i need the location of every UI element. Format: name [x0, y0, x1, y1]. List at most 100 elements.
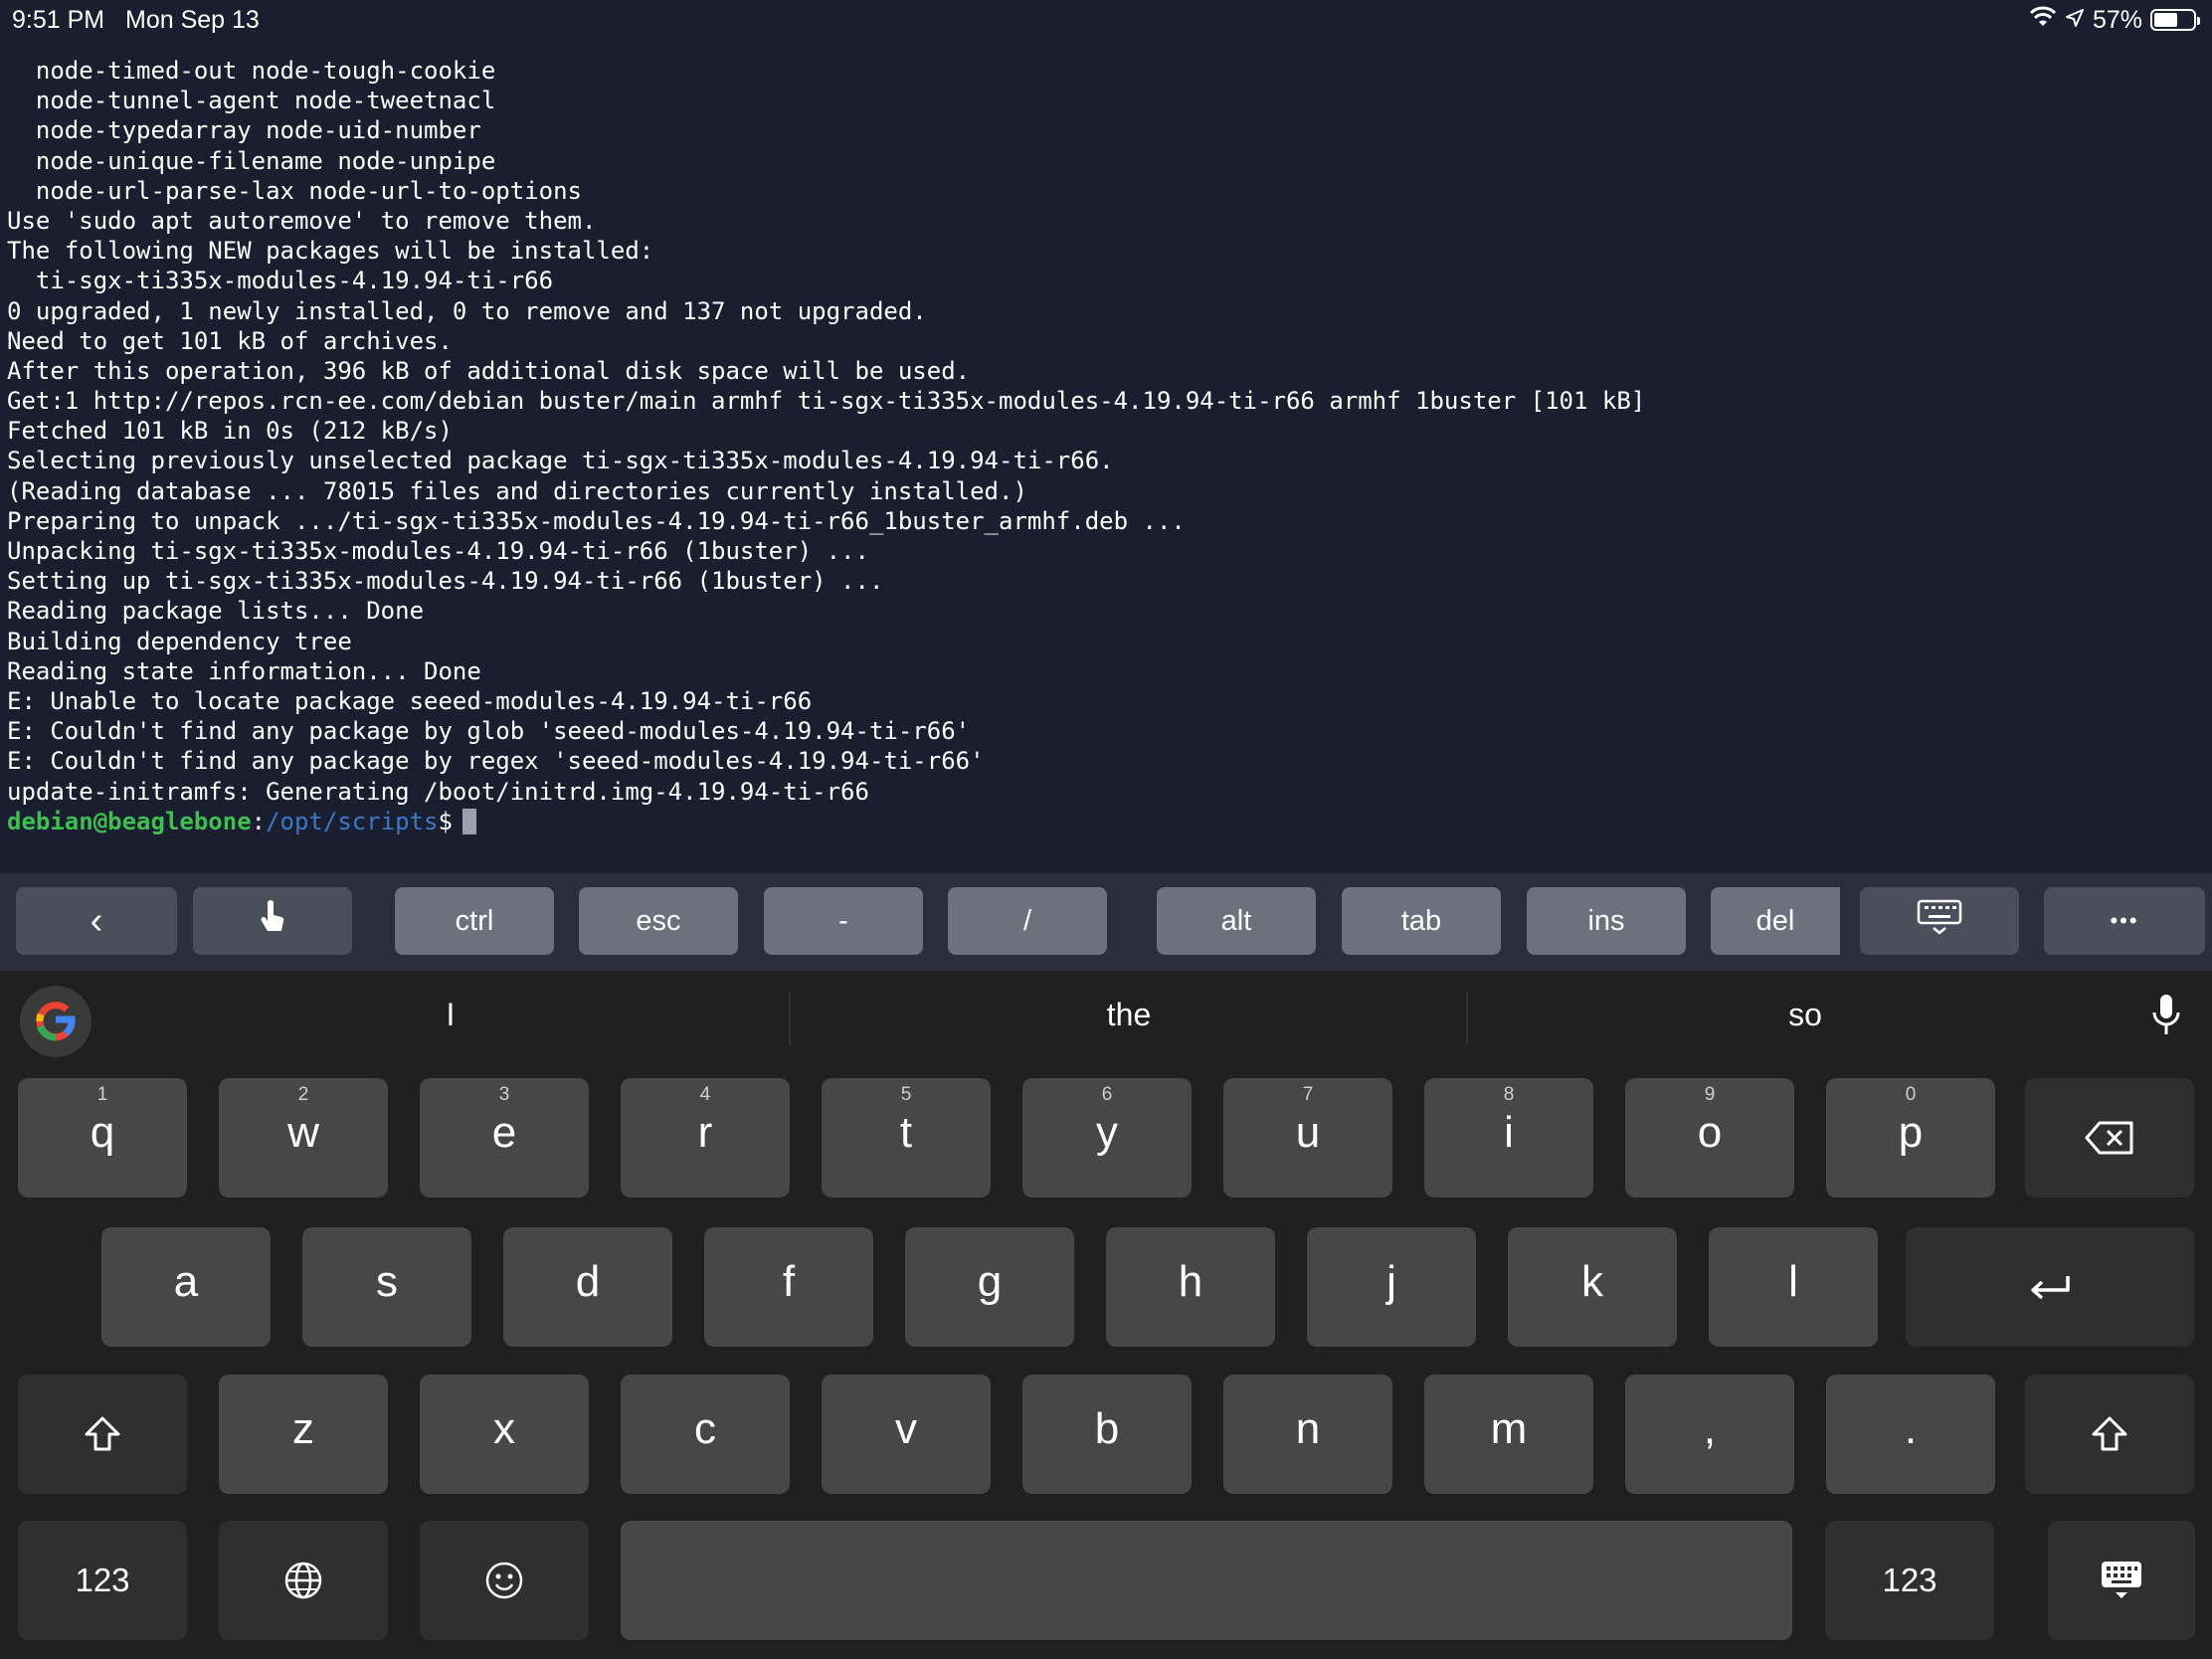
google-logo-icon[interactable]	[20, 986, 92, 1057]
globe-key[interactable]	[219, 1521, 388, 1640]
key-p[interactable]: 0p	[1826, 1078, 1995, 1198]
esc-key[interactable]: esc	[579, 887, 738, 955]
key-a[interactable]: a	[101, 1227, 271, 1347]
key-k[interactable]: k	[1508, 1227, 1677, 1347]
touch-mode-button[interactable]	[193, 887, 352, 955]
location-arrow-icon	[2065, 6, 2085, 35]
ctrl-key[interactable]: ctrl	[395, 887, 554, 955]
key-v[interactable]: v	[822, 1375, 991, 1494]
key-number-hint: 1	[96, 1084, 108, 1105]
key-b[interactable]: b	[1022, 1375, 1192, 1494]
key-q[interactable]: 1q	[18, 1078, 187, 1198]
key-x[interactable]: x	[420, 1375, 589, 1494]
key-s[interactable]: s	[302, 1227, 471, 1347]
return-key[interactable]	[1906, 1227, 2194, 1347]
battery-percent: 57%	[2092, 5, 2142, 34]
emoji-key[interactable]	[420, 1521, 589, 1640]
suggestion-3[interactable]: so	[1653, 997, 1957, 1033]
backspace-icon	[2025, 1078, 2194, 1198]
more-button[interactable]: •••	[2044, 887, 2205, 955]
prompt-path: /opt/scripts	[266, 807, 439, 835]
terminal-line: Fetched 101 kB in 0s (212 kB/s)	[7, 417, 453, 446]
key-label: n	[1295, 1404, 1321, 1453]
key-r[interactable]: 4r	[621, 1078, 790, 1198]
alt-label: alt	[1220, 904, 1252, 937]
key-z[interactable]: z	[219, 1375, 388, 1494]
key-period[interactable]: .	[1826, 1375, 1995, 1494]
terminal-line: Selecting previously unselected package …	[7, 447, 1114, 475]
key-u[interactable]: 7u	[1223, 1078, 1392, 1198]
tab-key[interactable]: tab	[1342, 887, 1501, 955]
key-label: s	[376, 1257, 398, 1306]
suggestion-bar: I the so	[0, 971, 2212, 1066]
onscreen-keyboard: I the so 1q2w3e4r5t6y7u8i9o0p asdfghjkl …	[0, 971, 2212, 1659]
slash-label: /	[1022, 904, 1032, 937]
hide-keyboard-button[interactable]	[1860, 887, 2019, 955]
suggestion-divider	[1466, 993, 1468, 1044]
key-o[interactable]: 9o	[1625, 1078, 1794, 1198]
shift-right-key[interactable]	[2025, 1375, 2194, 1494]
terminal-output[interactable]: node-timed-out node-tough-cookie node-tu…	[0, 40, 2212, 873]
terminal-line: Reading state information... Done	[7, 656, 481, 685]
key-d[interactable]: d	[503, 1227, 672, 1347]
key-number-hint: 2	[297, 1084, 309, 1105]
key-label: l	[1788, 1257, 1798, 1306]
ins-key[interactable]: ins	[1527, 887, 1686, 955]
numbers-key-right[interactable]: 123	[1825, 1521, 1994, 1640]
key-i[interactable]: 8i	[1424, 1078, 1593, 1198]
key-label: a	[173, 1257, 199, 1306]
shift-left-key[interactable]	[18, 1375, 187, 1494]
backspace-key[interactable]	[2025, 1078, 2194, 1198]
status-bar: 9:51 PM Mon Sep 13 57%	[0, 0, 2212, 40]
del-key[interactable]: del	[1711, 887, 1840, 955]
terminal-line: Use 'sudo apt autoremove' to remove them…	[7, 206, 597, 235]
microphone-icon[interactable]	[2150, 993, 2182, 1041]
key-label: z	[292, 1404, 314, 1453]
key-label: y	[1096, 1108, 1118, 1157]
key-label: c	[694, 1404, 716, 1453]
terminal-prompt[interactable]: debian@beaglebone:/opt/scripts$	[7, 807, 2212, 836]
key-comma[interactable]: ,	[1625, 1375, 1794, 1494]
battery-icon	[2150, 9, 2200, 31]
key-l[interactable]: l	[1709, 1227, 1878, 1347]
numbers-key-label: 123	[1882, 1562, 1937, 1598]
suggestion-2[interactable]: the	[977, 997, 1281, 1033]
slash-key[interactable]: /	[948, 887, 1107, 955]
key-label: e	[491, 1108, 517, 1157]
key-f[interactable]: f	[704, 1227, 873, 1347]
key-label: w	[287, 1108, 319, 1157]
keyboard-hide-key[interactable]	[2048, 1521, 2195, 1640]
suggestion-1[interactable]: I	[298, 997, 603, 1033]
dash-key[interactable]: -	[764, 887, 923, 955]
key-label: u	[1295, 1108, 1321, 1157]
keyboard-hide-icon	[2048, 1521, 2195, 1640]
key-m[interactable]: m	[1424, 1375, 1593, 1494]
key-n[interactable]: n	[1223, 1375, 1392, 1494]
ctrl-label: ctrl	[455, 904, 494, 937]
space-bar[interactable]	[621, 1521, 1792, 1640]
key-j[interactable]: j	[1307, 1227, 1476, 1347]
key-t[interactable]: 5t	[822, 1078, 991, 1198]
key-y[interactable]: 6y	[1022, 1078, 1192, 1198]
key-g[interactable]: g	[905, 1227, 1074, 1347]
more-label: •••	[2110, 908, 2139, 933]
back-button[interactable]: ‹	[16, 887, 177, 955]
key-w[interactable]: 2w	[219, 1078, 388, 1198]
key-h[interactable]: h	[1106, 1227, 1275, 1347]
key-label: i	[1504, 1108, 1514, 1157]
terminal-line: Setting up ti-sgx-ti335x-modules-4.19.94…	[7, 567, 884, 596]
key-label: p	[1898, 1108, 1924, 1157]
terminal-line: E: Couldn't find any package by glob 'se…	[7, 717, 971, 746]
key-number-hint: 7	[1302, 1084, 1314, 1105]
terminal-key-toolbar: ‹ ctrl esc - / alt tab ins del •••	[0, 873, 2212, 971]
terminal-line: update-initramfs: Generating /boot/initr…	[7, 777, 869, 806]
alt-key[interactable]: alt	[1157, 887, 1316, 955]
key-e[interactable]: 3e	[420, 1078, 589, 1198]
key-label: h	[1178, 1257, 1203, 1306]
numbers-key-left[interactable]: 123	[18, 1521, 187, 1640]
key-label: v	[895, 1404, 917, 1453]
hand-pointer-icon	[258, 899, 287, 943]
esc-label: esc	[636, 904, 681, 937]
key-label: j	[1386, 1257, 1396, 1306]
key-c[interactable]: c	[621, 1375, 790, 1494]
